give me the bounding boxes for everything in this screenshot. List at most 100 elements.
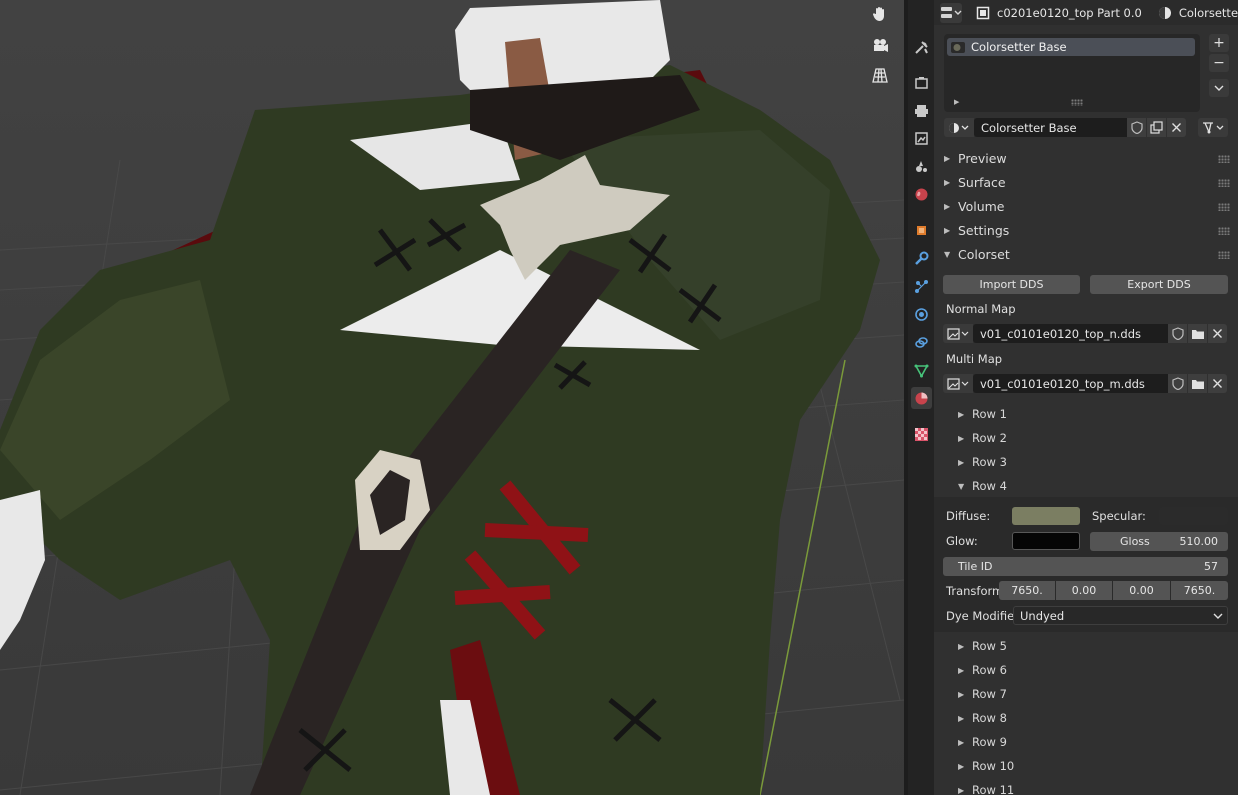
tile-id-field[interactable]: Tile ID 57 <box>943 557 1228 576</box>
material-name-field[interactable]: Colorsetter Base <box>974 118 1134 137</box>
fake-user-shield-icon[interactable] <box>1168 324 1187 343</box>
drag-handle-icon[interactable] <box>1218 203 1230 211</box>
colorset-row[interactable]: ▶ Row 3 <box>958 452 1007 472</box>
drag-handle-icon[interactable] <box>1218 251 1230 259</box>
colorset-row[interactable]: ▶ Row 1 <box>958 404 1007 424</box>
dye-modifier-value: Undyed <box>1020 608 1065 623</box>
data-tab-icon[interactable] <box>911 359 932 381</box>
browse-image-button[interactable] <box>943 324 973 343</box>
row-label: Row 11 <box>972 783 1015 795</box>
material-tab-icon[interactable] <box>911 387 932 409</box>
collapsed-arrow-icon: ▶ <box>958 689 965 699</box>
section-surface[interactable]: ▶ Surface <box>944 172 1006 192</box>
slot-specials-button[interactable] <box>1209 79 1229 97</box>
open-folder-icon[interactable] <box>1188 324 1207 343</box>
clear-image-icon[interactable] <box>1208 374 1227 393</box>
export-dds-button[interactable]: Export DDS <box>1090 275 1228 294</box>
modifier-tab-icon[interactable] <box>911 247 932 269</box>
section-preview[interactable]: ▶ Preview <box>944 148 1007 168</box>
material-breadcrumb[interactable]: Colorsetter Ba <box>1158 6 1238 20</box>
colorset-row[interactable]: ▶ Row 8 <box>958 708 1007 728</box>
colorset-row-open[interactable]: ▼ Row 4 <box>958 476 1007 496</box>
material-sphere-icon <box>1158 6 1172 20</box>
collapsed-arrow-icon: ▶ <box>944 201 951 211</box>
node-tree-button[interactable] <box>1198 118 1228 137</box>
drag-handle-icon[interactable] <box>1218 179 1230 187</box>
colorset-row[interactable]: ▶ Row 11 <box>958 780 1014 795</box>
particles-tab-icon[interactable] <box>911 275 932 297</box>
unlink-material-icon[interactable] <box>1167 118 1186 137</box>
fake-user-shield-icon[interactable] <box>1127 118 1146 137</box>
constraints-tab-icon[interactable] <box>911 331 932 353</box>
row-label: Row 9 <box>972 735 1007 749</box>
material-slot-item[interactable]: Colorsetter Base <box>947 38 1195 56</box>
colorset-row[interactable]: ▶ Row 5 <box>958 636 1007 656</box>
normal-map-filename: v01_c0101e0120_top_n.dds <box>980 326 1141 341</box>
diffuse-color-swatch[interactable] <box>1012 507 1080 525</box>
output-tab-icon[interactable] <box>911 99 932 121</box>
section-settings[interactable]: ▶ Settings <box>944 220 1009 240</box>
collapsed-arrow-icon: ▶ <box>958 641 965 651</box>
scene-tab-icon[interactable] <box>911 155 932 177</box>
open-folder-icon[interactable] <box>1188 374 1207 393</box>
section-label: Colorset <box>958 246 1010 262</box>
object-tab-icon[interactable] <box>911 219 932 241</box>
browse-image-button[interactable] <box>943 374 973 393</box>
properties-header: c0201e0120_top Part 0.0 Colorsetter Ba <box>934 0 1238 25</box>
row-label: Row 3 <box>972 455 1007 469</box>
render-tab-icon[interactable] <box>911 71 932 93</box>
transform-field-4[interactable]: 7650. <box>1171 581 1228 600</box>
object-breadcrumb[interactable]: c0201e0120_top Part 0.0 <box>976 6 1142 20</box>
material-slot-list[interactable]: Colorsetter Base ▶ <box>944 34 1200 112</box>
transform-field-2[interactable]: 0.00 <box>1056 581 1112 600</box>
list-expand-icon[interactable]: ▶ <box>954 98 959 106</box>
camera-icon[interactable] <box>868 33 892 57</box>
row4-panel: Diffuse: Specular: Glow: Gloss 510.00 Ti… <box>934 497 1238 632</box>
colorset-row[interactable]: ▶ Row 7 <box>958 684 1007 704</box>
chevron-down-icon <box>1213 613 1223 619</box>
section-label: Preview <box>958 150 1007 166</box>
clear-image-icon[interactable] <box>1208 324 1227 343</box>
tool-tab-icon[interactable] <box>911 36 932 58</box>
section-colorset[interactable]: ▼ Colorset <box>944 244 1010 264</box>
gloss-label: Gloss <box>1120 535 1150 548</box>
colorset-row[interactable]: ▶ Row 9 <box>958 732 1007 752</box>
colorset-row[interactable]: ▶ Row 10 <box>958 756 1014 776</box>
ortho-grid-icon[interactable] <box>868 63 892 87</box>
list-resize-handle[interactable] <box>1071 99 1083 106</box>
duplicate-material-icon[interactable] <box>1147 118 1166 137</box>
dye-modifier-select[interactable]: Undyed <box>1013 606 1228 625</box>
transform-field-3[interactable]: 0.00 <box>1113 581 1170 600</box>
row-label: Row 4 <box>972 479 1007 493</box>
import-dds-button[interactable]: Import DDS <box>943 275 1080 294</box>
multi-map-file-field[interactable]: v01_c0101e0120_top_m.dds <box>973 374 1174 393</box>
row-label: Row 5 <box>972 639 1007 653</box>
glow-color-swatch[interactable] <box>1012 532 1080 550</box>
properties-tab-bar <box>908 0 934 795</box>
fake-user-shield-icon[interactable] <box>1168 374 1187 393</box>
editor-type-button[interactable] <box>940 2 962 23</box>
drag-handle-icon[interactable] <box>1218 227 1230 235</box>
browse-material-button[interactable] <box>944 118 974 137</box>
section-volume[interactable]: ▶ Volume <box>944 196 1005 216</box>
remove-slot-button[interactable]: − <box>1209 54 1229 72</box>
specular-color-swatch[interactable] <box>1159 507 1228 525</box>
gloss-value: 510.00 <box>1179 535 1219 548</box>
colorset-row[interactable]: ▶ Row 2 <box>958 428 1007 448</box>
gloss-field[interactable]: Gloss 510.00 <box>1090 532 1228 551</box>
drag-handle-icon[interactable] <box>1218 155 1230 163</box>
properties-panel: c0201e0120_top Part 0.0 Colorsetter Ba C… <box>934 0 1238 795</box>
add-slot-button[interactable]: + <box>1209 34 1229 52</box>
transform-field-1[interactable]: 7650. <box>999 581 1055 600</box>
colorset-row[interactable]: ▶ Row 6 <box>958 660 1007 680</box>
physics-tab-icon[interactable] <box>911 303 932 325</box>
world-tab-icon[interactable] <box>911 183 932 205</box>
material-slot-name: Colorsetter Base <box>971 40 1067 54</box>
3d-viewport[interactable] <box>0 0 904 795</box>
view-layer-tab-icon[interactable] <box>911 127 932 149</box>
normal-map-file-field[interactable]: v01_c0101e0120_top_n.dds <box>973 324 1174 343</box>
texture-tab-icon[interactable] <box>911 423 932 445</box>
row-label: Row 8 <box>972 711 1007 725</box>
row-label: Row 1 <box>972 407 1007 421</box>
hand-pan-icon[interactable] <box>868 2 892 26</box>
